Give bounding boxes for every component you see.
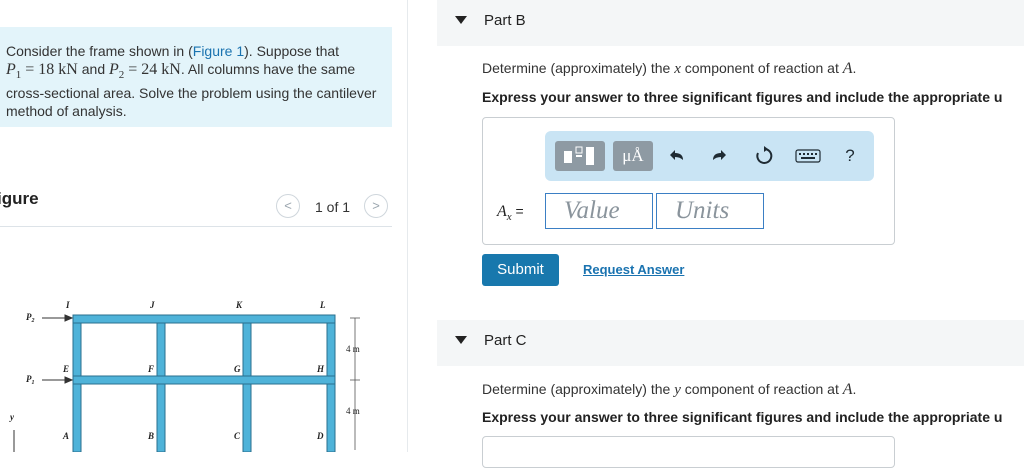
problem-statement: Consider the frame shown in (Figure 1). … (0, 27, 392, 127)
redo-icon[interactable] (707, 141, 731, 171)
request-answer-link[interactable]: Request Answer (583, 262, 684, 277)
part-b-header[interactable]: Part B (437, 0, 1024, 46)
units-button[interactable]: μÅ (613, 141, 653, 171)
keyboard-icon[interactable] (793, 141, 823, 171)
undo-icon[interactable] (665, 141, 689, 171)
part-c-question: Determine (approximately) the y componen… (482, 381, 857, 398)
part-c-header[interactable]: Part C (437, 320, 1024, 366)
figure-heading: igure (0, 189, 39, 208)
label-c: C (234, 431, 241, 441)
label-i: I (65, 300, 70, 310)
p2-symbol: P2 (109, 61, 125, 82)
label-g: G (234, 364, 241, 374)
value-input[interactable]: Value (545, 193, 653, 229)
page-indicator: 1 of 1 (315, 199, 351, 215)
label-f: F (147, 364, 154, 374)
problem-intro: Consider the frame shown in ( (6, 43, 193, 59)
label-y: y (9, 412, 15, 422)
dim-lower: 4 m (346, 406, 360, 416)
part-c-instruction: Express your answer to three significant… (482, 409, 1003, 425)
label-h: H (316, 364, 325, 374)
part-b-question: Determine (approximately) the x componen… (482, 60, 857, 77)
part-b-instruction: Express your answer to three significant… (482, 89, 1003, 105)
figure-link[interactable]: Figure 1 (193, 43, 244, 59)
label-a: A (62, 431, 69, 441)
part-c-answer-box (482, 436, 895, 468)
units-input[interactable]: Units (656, 193, 764, 229)
collapse-triangle-icon[interactable] (455, 336, 467, 344)
help-button[interactable]: ? (840, 141, 860, 171)
figure-divider (0, 226, 392, 227)
label-d: D (316, 431, 324, 441)
math-toolbar: μÅ ? (545, 131, 874, 181)
answer-label: Ax = (497, 203, 524, 224)
and-text: and (77, 61, 109, 77)
problem-text: ). Suppose that (244, 43, 340, 59)
frame-figure: P2 P1 I J K L E F G H A B C D y 4 m 4 m (9, 300, 360, 452)
label-p1: P1 (26, 374, 35, 386)
label-e: E (62, 364, 69, 374)
templates-icon[interactable] (555, 141, 605, 171)
beam-il (72, 314, 336, 324)
label-k: K (235, 300, 243, 310)
collapse-triangle-icon[interactable] (455, 16, 467, 24)
label-l: L (319, 300, 326, 310)
beam-eh (72, 375, 336, 385)
submit-button[interactable]: Submit (482, 254, 559, 286)
prev-figure-button[interactable]: < (276, 194, 300, 218)
part-c-title: Part C (484, 332, 527, 349)
p1-symbol: P1 (6, 61, 22, 82)
label-b: B (147, 431, 154, 441)
p2-value: = 24 kN (124, 61, 181, 78)
part-b-title: Part B (484, 12, 526, 29)
p1-value: = 18 kN (21, 61, 78, 78)
reset-icon[interactable] (752, 141, 776, 171)
next-figure-button[interactable]: > (364, 194, 388, 218)
label-p2: P2 (26, 312, 35, 324)
dim-upper: 4 m (346, 344, 360, 354)
label-j: J (149, 300, 155, 310)
column-divider (407, 0, 408, 452)
